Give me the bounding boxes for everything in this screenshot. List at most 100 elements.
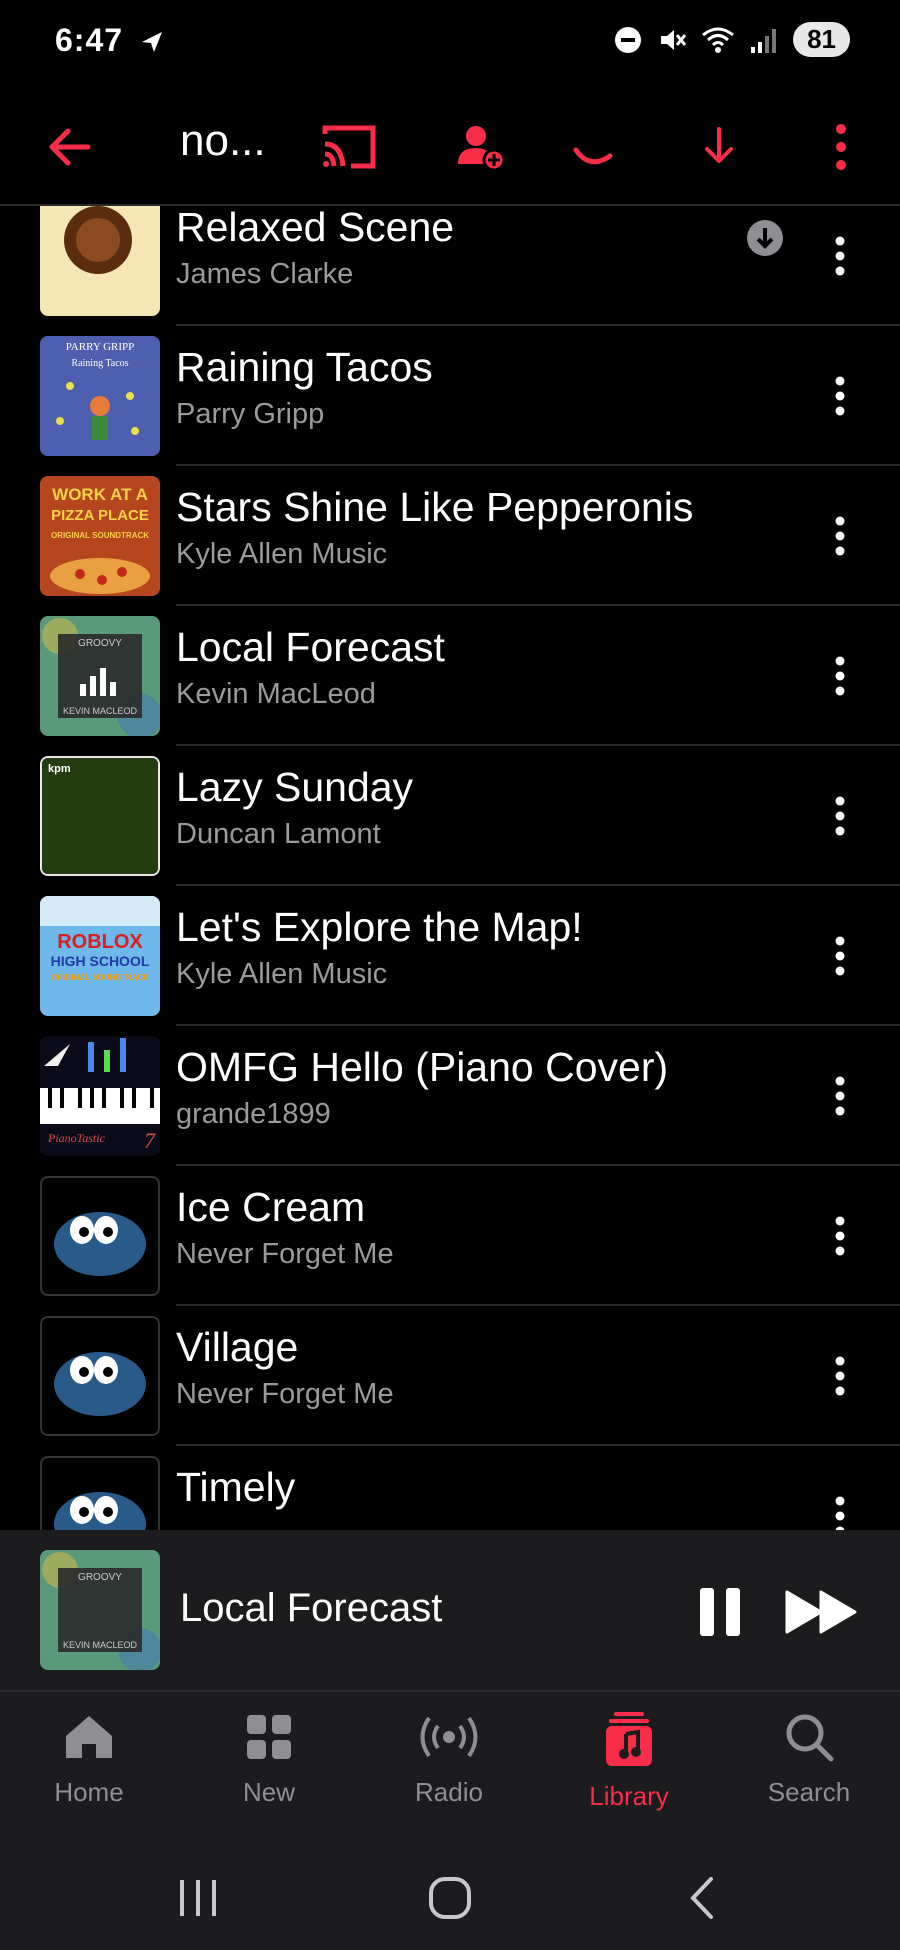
art-label: GROOVY — [78, 1572, 122, 1583]
song-more-button[interactable] — [820, 1336, 860, 1416]
song-more-button[interactable] — [820, 776, 860, 856]
downloaded-icon — [747, 220, 783, 256]
back-system-button[interactable] — [672, 1870, 732, 1926]
more-options-button[interactable] — [808, 114, 874, 180]
wifi-icon — [702, 27, 735, 53]
add-collaborator-button[interactable] — [448, 114, 514, 180]
art-label: kpm — [48, 763, 71, 775]
now-playing-title[interactable]: Local Forecast — [180, 1586, 442, 1631]
song-list[interactable]: Relaxed Scene James Clarke PARRY GRIPP R… — [0, 206, 900, 1530]
song-artist: Kevin MacLeod — [176, 678, 376, 710]
vertical-dots-icon — [835, 1216, 845, 1256]
vertical-dots-icon — [835, 1356, 845, 1396]
art-label: Raining Tacos — [71, 358, 128, 369]
song-row[interactable]: Village Never Forget Me — [0, 1306, 900, 1446]
top-toolbar: no... — [0, 86, 900, 206]
tab-home[interactable]: Home — [14, 1712, 164, 1808]
vertical-dots-icon — [835, 796, 845, 836]
tab-label: Home — [54, 1777, 124, 1807]
song-artist: Never Forget Me — [176, 1378, 394, 1410]
song-more-button[interactable] — [820, 916, 860, 996]
sleep-timer-button[interactable] — [560, 114, 626, 180]
song-title: Local Forecast — [176, 624, 445, 670]
song-artist: Kyle Allen Music — [176, 958, 388, 990]
tab-label: Search — [767, 1777, 851, 1807]
mini-player[interactable]: GROOVY KEVIN MACLEOD Local Forecast — [0, 1530, 900, 1692]
tab-library[interactable]: Library — [554, 1712, 704, 1812]
art-label: ROBLOX — [57, 931, 143, 953]
art-label: ORIGINAL SOUNDTRACK — [51, 531, 149, 540]
song-more-button[interactable] — [820, 1476, 860, 1530]
download-button[interactable] — [686, 114, 752, 180]
song-more-button[interactable] — [820, 496, 860, 576]
vertical-dots-icon — [835, 236, 845, 276]
song-row[interactable]: Ice Cream Never Forget Me — [0, 1166, 900, 1306]
song-more-button[interactable] — [820, 1196, 860, 1276]
now-playing-artwork: GROOVY KEVIN MACLEOD — [40, 1550, 160, 1670]
song-row[interactable]: GROOVY KEVIN MACLEOD Local Forecast Kevi… — [0, 606, 900, 746]
vertical-dots-icon — [835, 1076, 845, 1116]
song-row[interactable]: kpm Lazy Sunday Duncan Lamont — [0, 746, 900, 886]
tab-radio[interactable]: Radio — [374, 1712, 524, 1808]
album-artwork: kpm — [40, 756, 160, 876]
cast-button[interactable] — [316, 114, 382, 180]
playlist-title[interactable]: no... — [180, 116, 266, 166]
song-more-button[interactable] — [820, 1056, 860, 1136]
battery-indicator: 81 — [793, 22, 850, 57]
vertical-dots-icon — [835, 936, 845, 976]
album-artwork — [40, 206, 160, 316]
album-artwork: GROOVY KEVIN MACLEOD — [40, 616, 160, 736]
song-row[interactable]: WORK AT A PIZZA PLACE ORIGINAL SOUNDTRAC… — [0, 466, 900, 606]
status-bar: 6:47 81 — [0, 0, 900, 86]
art-label: PianoTastic — [47, 1131, 106, 1145]
song-more-button[interactable] — [820, 636, 860, 716]
song-artist: Parry Gripp — [176, 398, 325, 430]
song-row[interactable]: PARRY GRIPP Raining Tacos Raining Tacos … — [0, 326, 900, 466]
song-more-button[interactable] — [820, 216, 860, 296]
song-title: Let's Explore the Map! — [176, 904, 583, 950]
song-artist: Kyle Allen Music — [176, 538, 388, 570]
fast-forward-icon — [785, 1590, 857, 1634]
back-button[interactable] — [36, 114, 102, 180]
pause-icon — [700, 1588, 740, 1636]
tab-search[interactable]: Search — [734, 1712, 884, 1808]
music-note-icon — [606, 1712, 652, 1766]
pause-button[interactable] — [680, 1572, 760, 1652]
tab-label: Library — [589, 1781, 669, 1811]
song-row[interactable]: Timely — [0, 1446, 900, 1530]
art-label: WORK AT A — [52, 485, 148, 504]
song-title: Lazy Sunday — [176, 764, 414, 810]
song-artist: Never Forget Me — [176, 1238, 394, 1270]
song-title: Stars Shine Like Pepperonis — [176, 484, 694, 530]
cast-icon — [322, 125, 376, 169]
chevron-left-icon — [690, 1877, 713, 1919]
song-row[interactable]: PianoTastic 7 OMFG Hello (Piano Cover) g… — [0, 1026, 900, 1166]
person-add-icon — [458, 126, 506, 172]
dnd-icon — [615, 26, 642, 53]
broadcast-icon — [420, 1716, 478, 1758]
home-system-button[interactable] — [420, 1870, 480, 1926]
song-row[interactable]: Relaxed Scene James Clarke — [0, 206, 900, 326]
vertical-dots-icon — [835, 656, 845, 696]
vertical-dots-icon — [835, 516, 845, 556]
status-icons: 81 — [613, 22, 850, 57]
system-nav-bar — [0, 1842, 900, 1950]
song-title: Ice Cream — [176, 1184, 366, 1230]
song-artist: grande1899 — [176, 1098, 331, 1130]
status-time: 6:47 — [55, 22, 124, 58]
song-title: Timely — [176, 1464, 296, 1510]
song-more-button[interactable] — [820, 356, 860, 436]
recents-button[interactable] — [168, 1870, 228, 1926]
album-artwork: PianoTastic 7 — [40, 1036, 160, 1156]
vertical-dots-icon — [835, 376, 845, 416]
art-label: ORIGINAL SOUNDTRACK — [51, 973, 149, 982]
song-row[interactable]: ROBLOX HIGH SCHOOL ORIGINAL SOUNDTRACK L… — [0, 886, 900, 1026]
next-track-button[interactable] — [782, 1572, 862, 1652]
house-icon — [66, 1716, 112, 1758]
album-artwork — [40, 1456, 160, 1530]
tab-new[interactable]: New — [194, 1712, 344, 1808]
song-artist: James Clarke — [176, 258, 354, 290]
album-artwork: ROBLOX HIGH SCHOOL ORIGINAL SOUNDTRACK — [40, 896, 160, 1016]
grid-icon — [247, 1715, 291, 1759]
tab-bar: Home New Radio Library Search — [0, 1692, 900, 1842]
